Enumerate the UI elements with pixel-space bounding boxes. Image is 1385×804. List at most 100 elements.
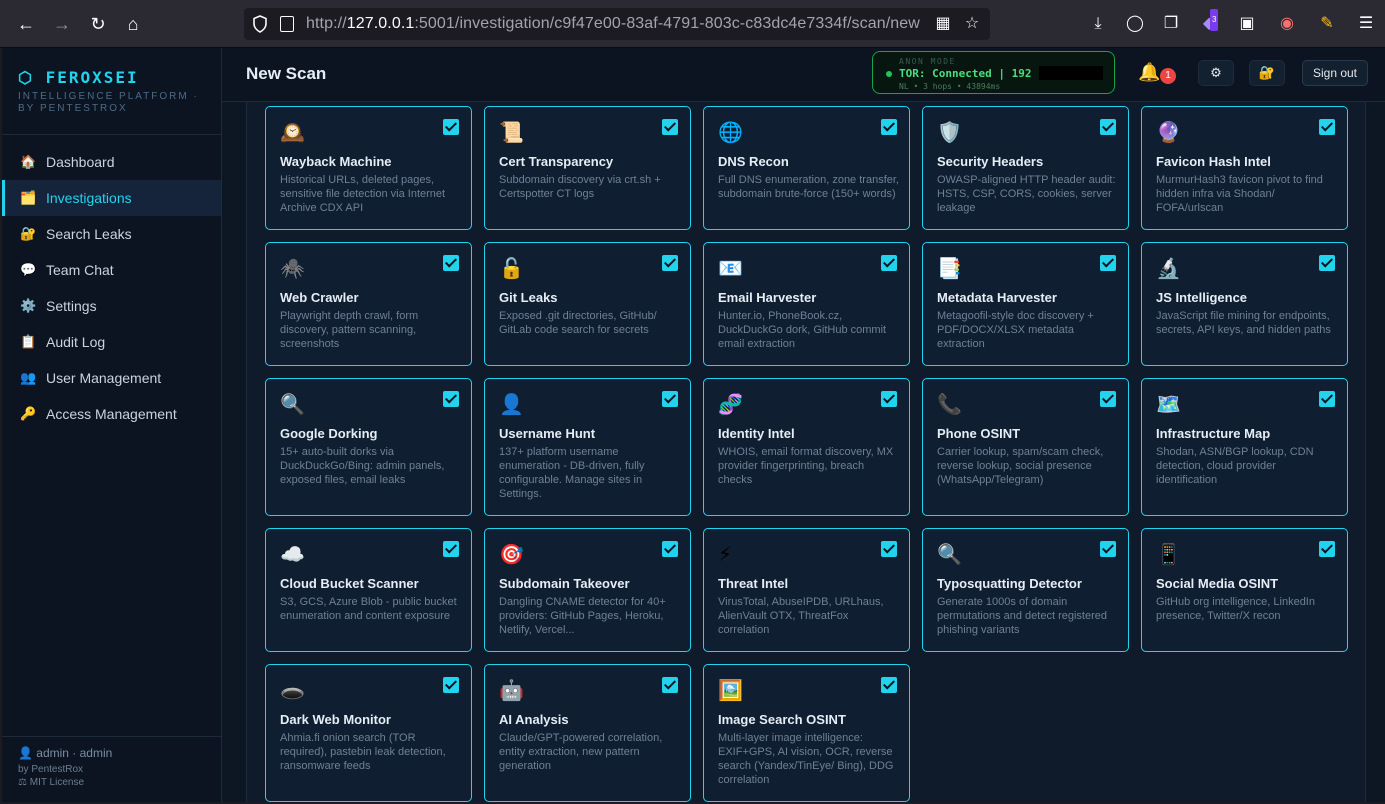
module-checkbox[interactable]: [1319, 119, 1335, 135]
bookmark-star-icon[interactable]: ☆: [963, 15, 981, 33]
module-card[interactable]: 🔍 Google Dorking 15+ auto-built dorks via …: [265, 378, 472, 516]
tor-status-panel[interactable]: ANON MODE TOR: Connected | 192 NL • 3 ho…: [872, 51, 1115, 94]
credits: by PentestRox: [18, 764, 84, 775]
module-checkbox[interactable]: [662, 119, 678, 135]
module-card[interactable]: 📱 Social Media OSINT GitHub org intelligen…: [1141, 528, 1348, 652]
module-checkbox[interactable]: [443, 391, 459, 407]
module-description: Playwright depth crawl, form discovery, …: [280, 310, 419, 350]
module-card[interactable]: 📞 Phone OSINT Carrier lookup, spam/scam ch…: [922, 378, 1129, 516]
module-checkbox[interactable]: [662, 391, 678, 407]
brand-logo[interactable]: ⬡ FEROXSEI: [18, 68, 139, 87]
key-icon: 🔑: [20, 406, 37, 421]
module-card[interactable]: 🎯 Subdomain Takeover Dangling CNAME detect…: [484, 528, 691, 652]
qr-code-icon[interactable]: ▦: [934, 15, 952, 33]
module-checkbox[interactable]: [443, 677, 459, 693]
url-prefix: http://: [306, 15, 347, 32]
sidebar-divider: [2, 134, 221, 135]
sidebar-item-label: Investigations: [46, 190, 132, 206]
module-card[interactable]: 🤖 AI Analysis Claude/GPT-powered correlati…: [484, 664, 691, 802]
page-info-icon[interactable]: [280, 16, 294, 32]
module-name: Image Search OSINT: [718, 712, 846, 727]
reload-icon[interactable]: ↻: [86, 12, 110, 36]
module-checkbox[interactable]: [443, 541, 459, 557]
lock-button[interactable]: 🔐: [1249, 60, 1285, 86]
shield-icon[interactable]: [252, 15, 268, 33]
module-checkbox[interactable]: [662, 541, 678, 557]
fox-extension-icon[interactable]: ◉: [1276, 13, 1298, 35]
sidebar-item-dashboard[interactable]: 🏠 Dashboard: [2, 144, 221, 180]
module-name: Identity Intel: [718, 426, 795, 441]
module-card[interactable]: 👤 Username Hunt 137+ platform username enu…: [484, 378, 691, 516]
module-card[interactable]: 🔍 Typosquatting Detector Generate 1000s of…: [922, 528, 1129, 652]
extension-badge-icon[interactable]: ◆ 3: [1198, 9, 1220, 35]
sign-out-button[interactable]: Sign out: [1302, 60, 1368, 86]
module-card[interactable]: 🗺️ Infrastructure Map Shodan, ASN/BGP look…: [1141, 378, 1348, 516]
module-card[interactable]: 🕷️ Web Crawler Playwright depth crawl, for…: [265, 242, 472, 366]
module-checkbox[interactable]: [1100, 119, 1116, 135]
sidebar-item-label: Settings: [46, 298, 97, 314]
sidebar-item-settings[interactable]: ⚙️ Settings: [2, 288, 221, 324]
module-checkbox[interactable]: [1100, 255, 1116, 271]
module-checkbox[interactable]: [443, 255, 459, 271]
module-card[interactable]: 📜 Cert Transparency Subdomain discovery vi…: [484, 106, 691, 230]
module-icon: 🕳️: [280, 680, 305, 702]
sidebar-item-access-management[interactable]: 🔑 Access Management: [2, 396, 221, 432]
home-icon[interactable]: ⌂: [121, 12, 145, 36]
users-icon: 👥: [20, 370, 37, 385]
module-name: Infrastructure Map: [1156, 426, 1271, 441]
module-icon: 🧬: [718, 394, 743, 416]
module-checkbox[interactable]: [1319, 255, 1335, 271]
url-bar[interactable]: http://127.0.0.1:5001/investigation/c9f4…: [244, 8, 990, 40]
module-checkbox[interactable]: [1319, 541, 1335, 557]
menu-icon[interactable]: ☰: [1355, 13, 1377, 35]
module-card[interactable]: 🌐 DNS Recon Full DNS enumeration, zone tra…: [703, 106, 910, 230]
downloads-icon[interactable]: ⤓: [1087, 13, 1109, 35]
module-card[interactable]: ☁️ Cloud Bucket Scanner S3, GCS, Azure Blo…: [265, 528, 472, 652]
module-checkbox[interactable]: [662, 255, 678, 271]
module-card[interactable]: 🛡️ Security Headers OWASP-aligned HTTP hea…: [922, 106, 1129, 230]
extensions-icon[interactable]: ❐: [1160, 13, 1182, 35]
module-description: Carrier lookup, spam/scam check, reverse…: [937, 446, 1104, 486]
url-text[interactable]: http://127.0.0.1:5001/investigation/c9f4…: [306, 15, 920, 33]
module-checkbox[interactable]: [881, 119, 897, 135]
module-card[interactable]: 🕳️ Dark Web Monitor Ahmia.fi onion search …: [265, 664, 472, 802]
settings-button[interactable]: ⚙: [1198, 60, 1234, 86]
module-checkbox[interactable]: [1100, 391, 1116, 407]
sidebar-item-label: Team Chat: [46, 262, 114, 278]
sidebar-item-search-leaks[interactable]: 🔐 Search Leaks: [2, 216, 221, 252]
module-checkbox[interactable]: [881, 677, 897, 693]
module-checkbox[interactable]: [1100, 541, 1116, 557]
module-icon: 📧: [718, 258, 743, 280]
module-checkbox[interactable]: [443, 119, 459, 135]
back-icon[interactable]: ←: [14, 12, 38, 36]
anon-mode-label: ANON MODE: [899, 57, 956, 66]
module-card[interactable]: 🔬 JS Intelligence JavaScript file mining f…: [1141, 242, 1348, 366]
module-description: JavaScript file mining for endpoints, se…: [1156, 310, 1331, 336]
pen-extension-icon[interactable]: ✎: [1316, 13, 1338, 35]
module-card[interactable]: ⚡ Threat Intel VirusTotal, AbuseIPDB, URLh…: [703, 528, 910, 652]
sidebar-item-investigations[interactable]: 🗂️ Investigations: [2, 180, 221, 216]
apps-grid-icon[interactable]: ▣: [1236, 13, 1258, 35]
module-checkbox[interactable]: [1319, 391, 1335, 407]
module-checkbox[interactable]: [881, 541, 897, 557]
module-card[interactable]: 🔮 Favicon Hash Intel MurmurHash3 favicon p…: [1141, 106, 1348, 230]
sidebar-item-user-management[interactable]: 👥 User Management: [2, 360, 221, 396]
module-card[interactable]: 🕰️ Wayback Machine Historical URLs, delete…: [265, 106, 472, 230]
module-icon: 🛡️: [937, 122, 962, 144]
module-card[interactable]: 🔓 Git Leaks Exposed .git directories, GitH…: [484, 242, 691, 366]
module-checkbox[interactable]: [881, 255, 897, 271]
sidebar-item-team-chat[interactable]: 💬 Team Chat: [2, 252, 221, 288]
forward-icon[interactable]: →: [50, 12, 74, 36]
module-card[interactable]: 🖼️ Image Search OSINT Multi-layer image in…: [703, 664, 910, 802]
module-card[interactable]: 📑 Metadata Harvester Metagoofil-style doc …: [922, 242, 1129, 366]
module-card[interactable]: 🧬 Identity Intel WHOIS, email format disco…: [703, 378, 910, 516]
sidebar-item-audit-log[interactable]: 📋 Audit Log: [2, 324, 221, 360]
license: ⚖ MIT License: [18, 777, 85, 788]
module-description: Exposed .git directories, GitHub/ GitLab…: [499, 310, 657, 336]
module-card[interactable]: 📧 Email Harvester Hunter.io, PhoneBook.cz,…: [703, 242, 910, 366]
module-icon: ☁️: [280, 544, 305, 566]
bell-icon[interactable]: 🔔: [1138, 62, 1160, 83]
account-icon[interactable]: ◯: [1124, 13, 1146, 35]
module-checkbox[interactable]: [662, 677, 678, 693]
module-checkbox[interactable]: [881, 391, 897, 407]
